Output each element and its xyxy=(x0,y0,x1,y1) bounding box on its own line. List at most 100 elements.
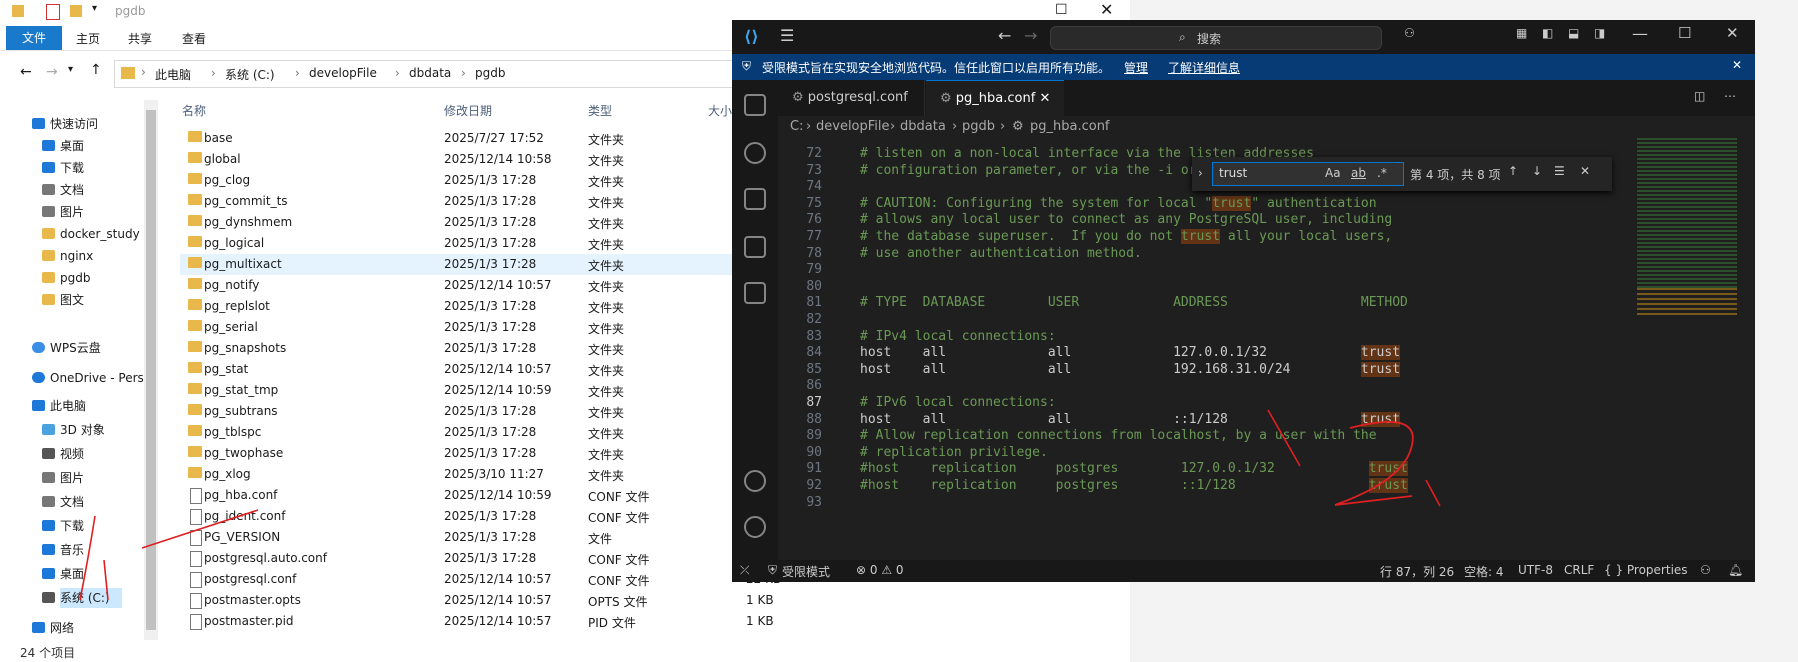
source-control-icon[interactable] xyxy=(744,188,766,210)
find-in-selection-icon[interactable]: ☰ xyxy=(1554,164,1565,178)
bell-icon[interactable]: 🔔︎ xyxy=(1728,563,1743,577)
maximize-icon[interactable]: ☐ xyxy=(1678,24,1691,42)
nav-item[interactable]: 下载 xyxy=(42,158,84,178)
settings-gear-icon[interactable] xyxy=(744,516,766,538)
remote-icon[interactable]: ⤫ xyxy=(740,563,750,578)
back-icon[interactable]: ← xyxy=(20,64,32,80)
secondary-sidebar-icon[interactable]: ◨ xyxy=(1594,26,1605,40)
code-line[interactable]: # TYPE DATABASE USER ADDRESS METHOD xyxy=(860,295,1408,310)
nav-item[interactable]: nginx xyxy=(42,246,93,266)
back-icon[interactable]: ← xyxy=(998,26,1011,45)
nav-item[interactable]: 桌面 xyxy=(42,564,84,584)
nav-item[interactable]: 文档 xyxy=(42,180,84,200)
nav-item[interactable]: docker_study xyxy=(42,224,140,244)
panel-toggle-icon[interactable]: ⬓ xyxy=(1568,26,1579,40)
properties-icon[interactable] xyxy=(46,4,60,20)
split-editor-icon[interactable]: ◫ xyxy=(1694,89,1705,103)
column-date[interactable]: 修改日期 xyxy=(444,102,492,119)
nav-onedrive[interactable]: OneDrive - Pers xyxy=(32,368,144,388)
up-icon[interactable]: ↑ xyxy=(90,62,102,78)
indentation[interactable]: 空格: 4 xyxy=(1464,563,1504,580)
quick-access-dropdown-icon[interactable]: ▾ xyxy=(92,3,97,14)
breadcrumb-item[interactable]: 此电脑 xyxy=(155,66,191,83)
nav-wps[interactable]: WPS云盘 xyxy=(32,338,101,358)
file-row[interactable]: postmaster.opts 2025/12/14 10:57 OPTS 文件 1 … xyxy=(180,590,1130,611)
nav-item[interactable]: 下载 xyxy=(42,516,84,536)
menu-icon[interactable]: ☰ xyxy=(780,26,794,45)
account-icon[interactable] xyxy=(744,470,766,492)
nav-item[interactable]: 图片 xyxy=(42,468,84,488)
forward-icon[interactable]: → xyxy=(46,64,58,80)
find-input[interactable]: trust Aa ab .* xyxy=(1212,162,1404,186)
nav-network[interactable]: 网络 xyxy=(32,618,74,638)
nav-this-pc[interactable]: 此电脑 xyxy=(32,396,86,416)
run-debug-icon[interactable] xyxy=(744,236,766,258)
code-line[interactable]: # IPv6 local connections: xyxy=(860,395,1056,410)
copilot-icon[interactable]: ⚇ xyxy=(1404,26,1415,40)
close-icon[interactable]: ✕ xyxy=(1726,24,1739,42)
problems-status[interactable]: ⊗ 0 ⚠ 0 xyxy=(856,563,904,577)
cursor-position[interactable]: 行 87，列 26 xyxy=(1380,563,1454,580)
sidebar-toggle-icon[interactable]: ◧ xyxy=(1542,26,1553,40)
code-line[interactable]: # Allow replication connections from loc… xyxy=(860,428,1377,443)
maximize-icon[interactable]: ☐ xyxy=(1055,2,1068,18)
command-center-search[interactable]: ⌕ 搜索 xyxy=(1050,26,1382,50)
tab-home[interactable]: 主页 xyxy=(76,30,100,47)
explorer-icon[interactable] xyxy=(744,94,766,116)
manage-link[interactable]: 管理 xyxy=(1124,59,1148,76)
nav-item[interactable]: 桌面 xyxy=(42,136,84,156)
nav-item[interactable]: 图片 xyxy=(42,202,84,222)
more-actions-icon[interactable]: ⋯ xyxy=(1724,89,1736,103)
scrollbar-thumb[interactable] xyxy=(146,110,156,630)
nav-item[interactable]: pgdb xyxy=(42,268,90,288)
learn-more-link[interactable]: 了解详细信息 xyxy=(1168,59,1240,76)
restricted-mode-status[interactable]: 受限模式 xyxy=(782,563,830,580)
nav-item[interactable]: 图文 xyxy=(42,290,84,310)
tab-postgresql-conf[interactable]: ⚙ postgresql.conf xyxy=(778,80,925,116)
nav-quick-access[interactable]: 快速访问 xyxy=(32,114,98,134)
code-line[interactable]: host all all 127.0.0.1/32 trust xyxy=(860,345,1401,361)
minimize-icon[interactable]: — xyxy=(1632,24,1648,43)
code-line[interactable]: host all all 192.168.31.0/24 trust xyxy=(860,361,1401,377)
copilot-icon[interactable]: ⚇ xyxy=(1700,563,1711,577)
encoding[interactable]: UTF-8 xyxy=(1518,563,1553,577)
code-editor[interactable]: 72 # listen on a non-local interface via … xyxy=(778,138,1755,560)
forward-icon[interactable]: → xyxy=(1024,26,1037,45)
tab-pg-hba-conf[interactable]: ⚙ pg_hba.conf ✕ xyxy=(926,80,1065,117)
whole-word-toggle[interactable]: ab xyxy=(1351,166,1366,180)
tab-view[interactable]: 查看 xyxy=(182,30,206,47)
tab-file[interactable]: 文件 xyxy=(6,26,62,50)
minimap[interactable] xyxy=(1637,138,1747,558)
next-match-icon[interactable]: ↓ xyxy=(1532,164,1542,178)
code-line[interactable]: # replication privilege. xyxy=(860,445,1048,460)
breadcrumb-item[interactable]: developFile xyxy=(309,66,377,80)
previous-match-icon[interactable]: ↑ xyxy=(1508,164,1518,178)
code-line[interactable]: # use another authentication method. xyxy=(860,246,1142,261)
chevron-right-icon[interactable]: › xyxy=(1198,166,1203,180)
nav-item[interactable]: 文档 xyxy=(42,492,84,512)
nav-item[interactable]: 3D 对象 xyxy=(42,420,105,440)
column-name[interactable]: 名称 xyxy=(182,102,206,119)
column-size[interactable]: 大小 xyxy=(708,102,732,119)
close-icon[interactable]: ✕ xyxy=(1580,164,1590,178)
code-line[interactable]: # IPv4 local connections: xyxy=(860,329,1056,344)
breadcrumb-item[interactable]: dbdata xyxy=(409,66,451,80)
code-line[interactable]: #host replication postgres 127.0.0.1/32 … xyxy=(860,461,1408,477)
layout-icon[interactable]: ▦ xyxy=(1516,26,1527,40)
breadcrumb-item[interactable]: C: xyxy=(790,119,803,134)
nav-item-selected[interactable]: 系统 (C:) xyxy=(42,588,122,608)
line-ending[interactable]: CRLF xyxy=(1564,563,1594,577)
address-bar[interactable]: › 此电脑 › 系统 (C:) › developFile › dbdata ›… xyxy=(114,60,736,88)
code-line[interactable]: #host replication postgres ::1/128 trust xyxy=(860,478,1408,493)
close-icon[interactable]: ✕ xyxy=(1100,0,1113,19)
language-mode[interactable]: { } Properties xyxy=(1604,563,1688,577)
code-line[interactable]: host all all ::1/128 trust xyxy=(860,411,1401,427)
file-row[interactable]: postmaster.pid 2025/12/14 10:57 PID 文件 1 KB xyxy=(180,611,1130,632)
search-icon[interactable] xyxy=(744,142,766,164)
tab-share[interactable]: 共享 xyxy=(128,30,152,47)
recent-dropdown-icon[interactable]: ▾ xyxy=(68,64,73,75)
nav-scrollbar[interactable] xyxy=(144,100,158,640)
extensions-icon[interactable] xyxy=(744,282,766,304)
column-type[interactable]: 类型 xyxy=(588,102,612,119)
code-line[interactable]: # allows any local user to connect as an… xyxy=(860,212,1392,227)
